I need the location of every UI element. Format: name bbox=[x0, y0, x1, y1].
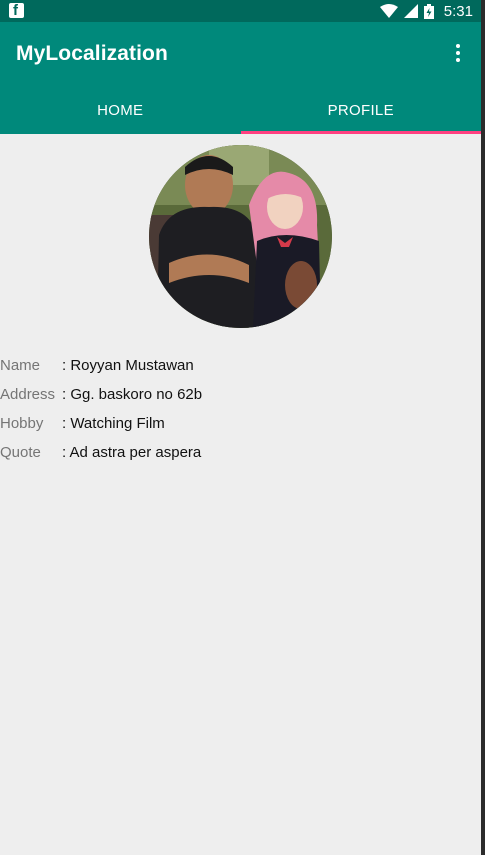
profile-row-hobby: Hobby : Watching Film bbox=[0, 409, 481, 438]
tab-profile-label: PROFILE bbox=[327, 101, 394, 119]
address-value: : Gg. baskoro no 62b bbox=[62, 386, 203, 403]
address-label: Address bbox=[0, 386, 56, 403]
status-icons: 5:31 bbox=[379, 0, 473, 22]
tab-bar: HOME PROFILE bbox=[0, 86, 481, 134]
tab-profile[interactable]: PROFILE bbox=[240, 86, 482, 134]
app-screen: f 5:31 MyLocalization HOME PROFILE Name … bbox=[0, 0, 481, 855]
name-label: Name bbox=[0, 357, 41, 374]
profile-row-address: Address : Gg. baskoro no 62b bbox=[0, 380, 481, 409]
facebook-icon: f bbox=[9, 2, 24, 19]
profile-info: Name : Royyan Mustawan Address : Gg. bas… bbox=[0, 351, 481, 467]
profile-photo bbox=[149, 145, 332, 328]
cell-signal-icon bbox=[403, 4, 418, 18]
status-bar: f 5:31 bbox=[0, 0, 481, 22]
profile-row-name: Name : Royyan Mustawan bbox=[0, 351, 481, 380]
app-bar: MyLocalization HOME PROFILE bbox=[0, 22, 481, 134]
clock: 5:31 bbox=[443, 2, 473, 20]
app-title: MyLocalization bbox=[16, 42, 168, 65]
more-vert-icon[interactable] bbox=[447, 40, 469, 66]
window-edge bbox=[481, 0, 485, 855]
quote-value: : Ad astra per aspera bbox=[62, 444, 202, 461]
name-value: : Royyan Mustawan bbox=[62, 357, 194, 374]
hobby-value: : Watching Film bbox=[62, 415, 165, 432]
profile-row-quote: Quote : Ad astra per aspera bbox=[0, 438, 481, 467]
tab-home-label: HOME bbox=[97, 101, 144, 119]
battery-icon bbox=[423, 3, 434, 19]
hobby-label: Hobby bbox=[0, 415, 44, 432]
wifi-icon bbox=[379, 4, 398, 18]
quote-label: Quote bbox=[0, 444, 41, 461]
tab-home[interactable]: HOME bbox=[0, 86, 241, 134]
